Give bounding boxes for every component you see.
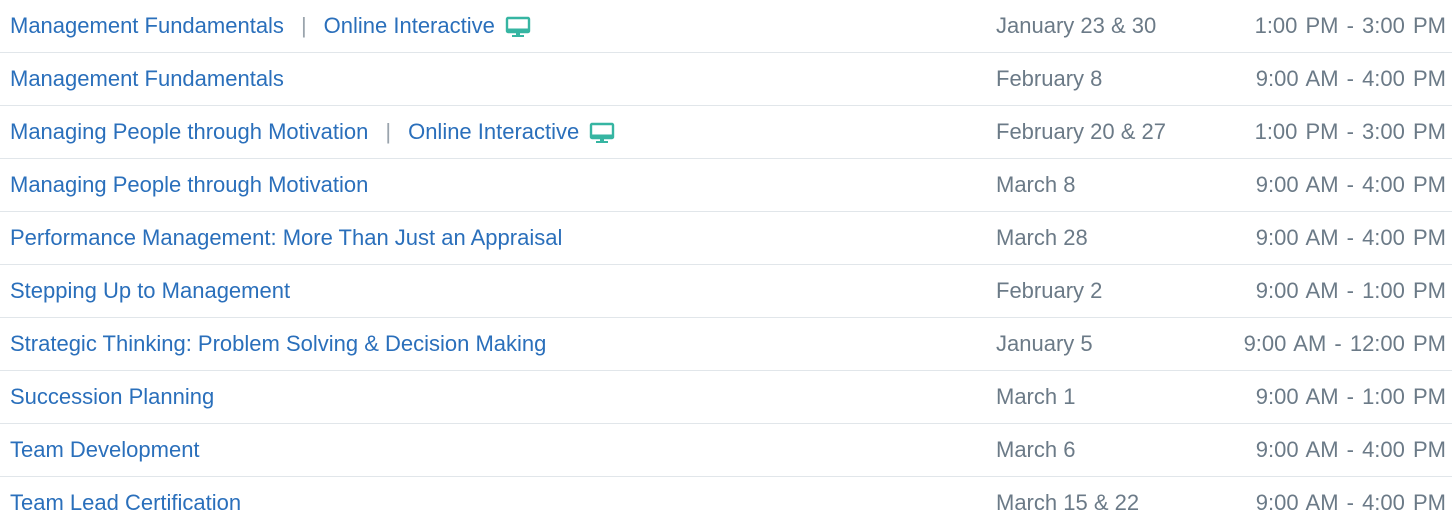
course-title: Succession Planning bbox=[10, 384, 215, 409]
table-row: Performance Management: More Than Just a… bbox=[0, 212, 1452, 265]
course-title: Team Lead Certification bbox=[10, 490, 242, 515]
course-title: Managing People through Motivation bbox=[10, 119, 369, 144]
monitor-icon bbox=[589, 122, 615, 144]
table-row: Management Fundamentals February 8 9:00 … bbox=[0, 53, 1452, 106]
delivery-mode: Online Interactive bbox=[323, 13, 495, 38]
session-time: 1:00 PM - 3:00 PM bbox=[1254, 13, 1446, 38]
table-row: Strategic Thinking: Problem Solving & De… bbox=[0, 318, 1452, 371]
course-schedule-table: Management Fundamentals | Online Interac… bbox=[0, 0, 1452, 530]
session-date: February 2 bbox=[996, 278, 1103, 303]
course-link[interactable]: Managing People through Motivation bbox=[10, 159, 368, 211]
session-date: March 6 bbox=[996, 437, 1076, 462]
session-date: March 15 & 22 bbox=[996, 490, 1140, 515]
session-time: 9:00 AM - 1:00 PM bbox=[1255, 384, 1446, 409]
session-date: February 8 bbox=[996, 66, 1103, 91]
course-title: Team Development bbox=[10, 437, 200, 462]
table-row: Managing People through Motivation March… bbox=[0, 159, 1452, 212]
session-time: 9:00 AM - 4:00 PM bbox=[1255, 490, 1446, 515]
session-time: 9:00 AM - 4:00 PM bbox=[1255, 437, 1446, 462]
course-link[interactable]: Team Development bbox=[10, 424, 200, 476]
delivery-mode: Online Interactive bbox=[408, 119, 580, 144]
table-row: Managing People through Motivation | Onl… bbox=[0, 106, 1452, 159]
monitor-icon bbox=[505, 16, 531, 38]
course-title: Strategic Thinking: Problem Solving & De… bbox=[10, 331, 547, 356]
session-time: 1:00 PM - 3:00 PM bbox=[1254, 119, 1446, 144]
table-row: Management Fundamentals | Online Interac… bbox=[0, 0, 1452, 53]
session-date: March 1 bbox=[996, 384, 1076, 409]
table-row: Succession Planning March 1 9:00 AM - 1:… bbox=[0, 371, 1452, 424]
course-link[interactable]: Performance Management: More Than Just a… bbox=[10, 212, 562, 264]
session-date: February 20 & 27 bbox=[996, 119, 1166, 144]
table-row: Team Development March 6 9:00 AM - 4:00 … bbox=[0, 424, 1452, 477]
session-time: 9:00 AM - 4:00 PM bbox=[1255, 66, 1446, 91]
session-date: March 28 bbox=[996, 225, 1088, 250]
course-title: Management Fundamentals bbox=[10, 13, 284, 38]
course-title: Performance Management: More Than Just a… bbox=[10, 225, 563, 250]
session-time: 9:00 AM - 4:00 PM bbox=[1255, 172, 1446, 197]
course-title: Stepping Up to Management bbox=[10, 278, 291, 303]
course-link[interactable]: Management Fundamentals | Online Interac… bbox=[10, 0, 531, 52]
session-time: 9:00 AM - 1:00 PM bbox=[1255, 278, 1446, 303]
course-link[interactable]: Managing People through Motivation | Onl… bbox=[10, 106, 615, 158]
course-link[interactable]: Succession Planning bbox=[10, 371, 214, 423]
session-date: January 23 & 30 bbox=[996, 13, 1157, 38]
course-link[interactable]: Strategic Thinking: Problem Solving & De… bbox=[10, 318, 546, 370]
session-date: January 5 bbox=[996, 331, 1093, 356]
session-date: March 8 bbox=[996, 172, 1076, 197]
course-link[interactable]: Stepping Up to Management bbox=[10, 265, 290, 317]
session-time: 9:00 AM - 12:00 PM bbox=[1243, 331, 1446, 356]
table-row: Stepping Up to Management February 2 9:0… bbox=[0, 265, 1452, 318]
course-title: Management Fundamentals bbox=[10, 66, 284, 91]
course-link[interactable]: Management Fundamentals bbox=[10, 53, 284, 105]
course-link[interactable]: Team Lead Certification bbox=[10, 477, 241, 529]
course-title: Managing People through Motivation bbox=[10, 172, 369, 197]
table-row: Team Lead Certification March 15 & 22 9:… bbox=[0, 477, 1452, 530]
separator: | bbox=[300, 13, 307, 38]
session-time: 9:00 AM - 4:00 PM bbox=[1255, 225, 1446, 250]
separator: | bbox=[385, 119, 392, 144]
